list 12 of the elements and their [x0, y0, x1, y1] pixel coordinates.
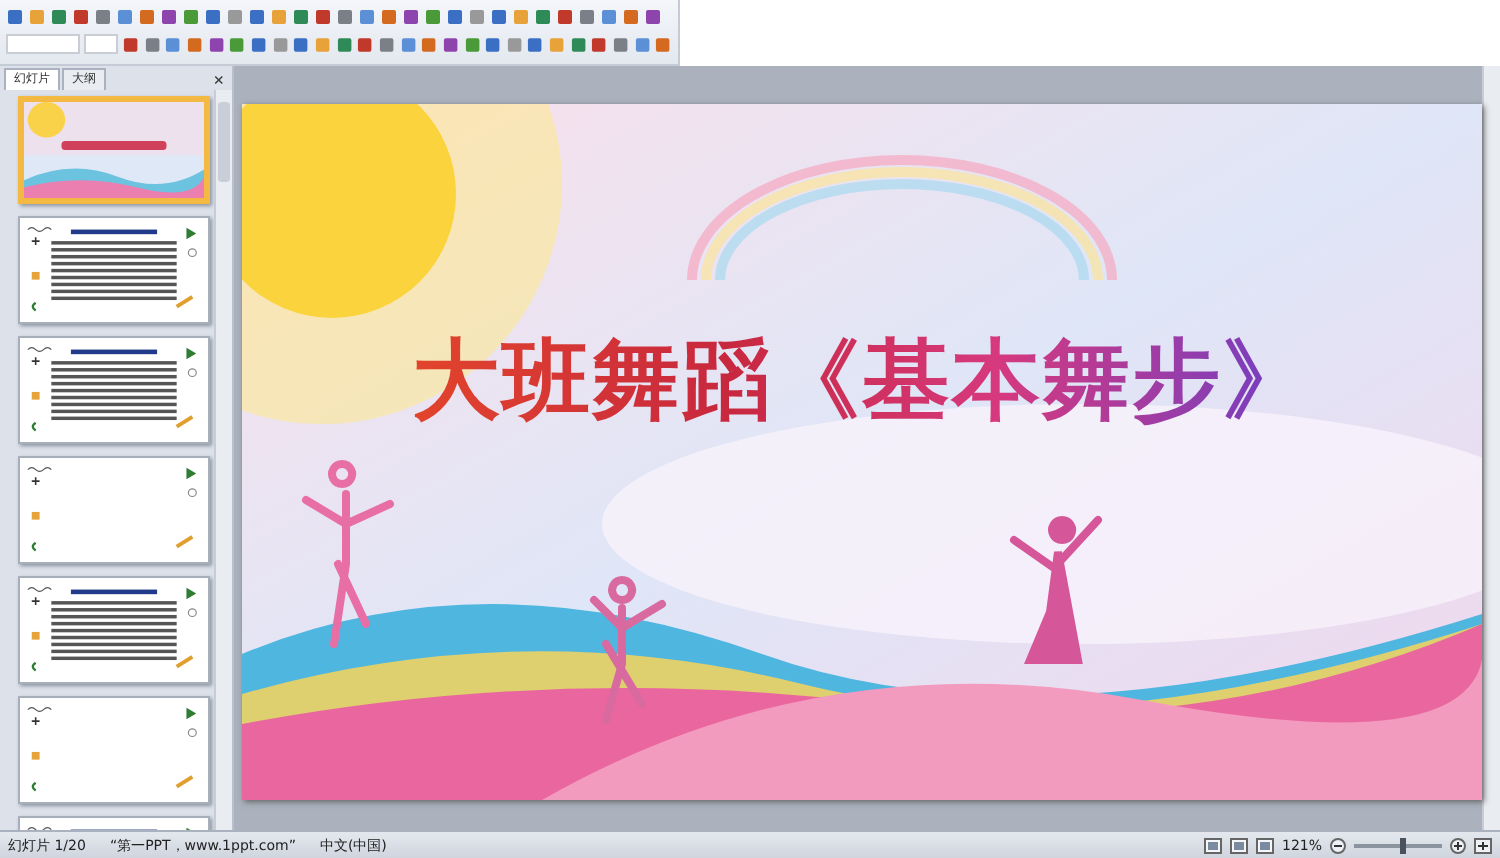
scrollbar[interactable]: [1482, 66, 1500, 830]
fit-window-icon[interactable]: [1474, 837, 1492, 853]
zoom-in-button[interactable]: [1450, 837, 1466, 853]
font-size-field[interactable]: [83, 34, 118, 54]
close-button[interactable]: ×: [213, 70, 224, 90]
zoom-out-button[interactable]: [1330, 837, 1346, 853]
sorter-view-icon[interactable]: [1229, 837, 1248, 853]
font-name-field[interactable]: [6, 34, 80, 54]
slideshow-icon[interactable]: [1255, 837, 1274, 853]
slider-thumb[interactable]: [1399, 837, 1406, 853]
scrollbar[interactable]: [214, 90, 232, 830]
normal-view-icon[interactable]: [1203, 837, 1222, 853]
